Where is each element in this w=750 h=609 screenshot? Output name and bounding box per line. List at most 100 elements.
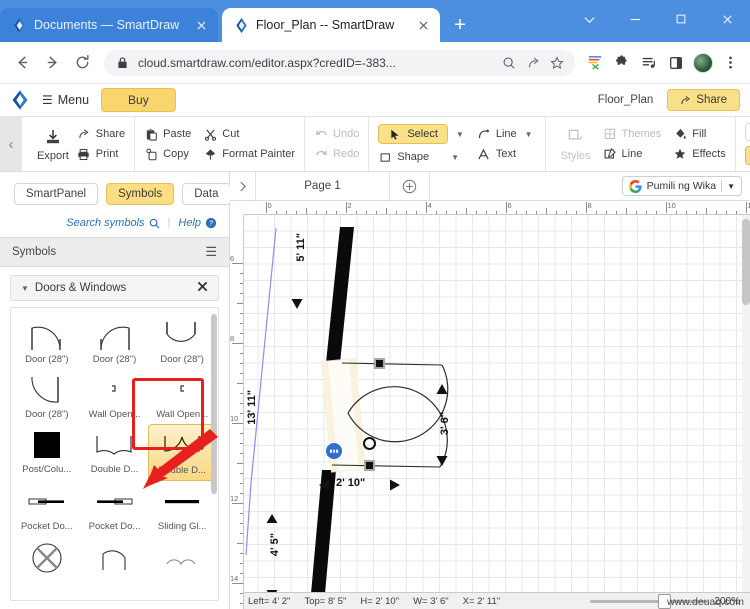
canvas-vertical-scrollbar[interactable] — [742, 215, 750, 592]
themes-button[interactable]: Themes — [603, 127, 661, 141]
help-link[interactable]: Help ? — [178, 217, 217, 229]
minimize-icon[interactable] — [612, 0, 658, 38]
canvas-scrollbar-thumb[interactable] — [742, 219, 750, 305]
select-tool-button[interactable]: Select — [378, 124, 448, 144]
effects-button[interactable]: Effects — [673, 147, 726, 161]
format-painter-label: Format Painter — [222, 148, 296, 160]
search-symbols-link[interactable]: Search symbols — [66, 217, 160, 229]
symbol-item[interactable]: Post/Colu... — [13, 424, 81, 481]
symbol-item[interactable] — [148, 536, 216, 580]
fill-button[interactable]: Fill — [673, 127, 725, 141]
shape-tool-label[interactable]: Shape — [397, 151, 429, 163]
share-icon[interactable] — [525, 55, 541, 71]
rotation-handle[interactable] — [363, 437, 376, 450]
font-family-select[interactable]: Arial — [744, 123, 750, 141]
chrome-menu-icon[interactable] — [718, 51, 742, 75]
symbol-item[interactable] — [13, 536, 81, 580]
tab-data[interactable]: Data — [182, 183, 231, 205]
symbol-item[interactable]: Door (28") — [13, 314, 81, 369]
page-tab-page1[interactable]: Page 1 — [256, 171, 390, 201]
back-arrow-icon[interactable] — [8, 49, 36, 77]
browser-tab-documents[interactable]: Documents — SmartDraw — [0, 8, 218, 42]
sidepanel-icon[interactable] — [664, 51, 688, 75]
symbol-item-double-door-selected[interactable]: Double D... — [148, 424, 216, 481]
chevron-down-icon[interactable]: ▼ — [21, 284, 29, 293]
ruler-minor-tick — [696, 211, 697, 214]
symbol-item[interactable]: Wall Open... — [81, 369, 149, 424]
app-menu-button[interactable]: ☰ Menu — [42, 93, 89, 107]
selection-handle-top[interactable] — [374, 358, 385, 369]
snap-lock-badge-icon[interactable] — [326, 443, 342, 459]
maximize-icon[interactable] — [658, 0, 704, 38]
symbol-item[interactable]: Sliding Gl... — [148, 481, 216, 536]
ruler-minor-tick — [706, 208, 707, 214]
address-bar[interactable]: cloud.smartdraw.com/editor.aspx?credID=-… — [104, 49, 575, 76]
ruler-minor-tick — [296, 211, 297, 214]
floorplan-canvas[interactable]: 5' 11" 13' 11" 3' 6" 2' 10" 4' 5" Left= … — [244, 215, 750, 609]
styles-icon — [566, 127, 586, 147]
line-tool-label[interactable]: Line — [496, 128, 517, 140]
symbol-item[interactable]: Pocket Do... — [13, 481, 81, 536]
double-door-symbol[interactable] — [244, 215, 744, 609]
tab-symbols[interactable]: Symbols — [106, 183, 175, 205]
symbol-item[interactable]: Door (28") — [148, 314, 216, 369]
close-icon[interactable] — [704, 0, 750, 38]
export-button[interactable]: Export — [31, 127, 75, 162]
tab-smartpanel[interactable]: SmartPanel — [14, 183, 99, 205]
buy-button[interactable]: Buy — [101, 88, 176, 112]
category-close-icon[interactable] — [197, 281, 208, 295]
share-button-label: Share — [696, 94, 727, 106]
symbol-item[interactable]: Double D... — [81, 424, 149, 481]
text-tool-label[interactable]: Text — [496, 148, 516, 160]
browser-toolbar: cloud.smartdraw.com/editor.aspx?credID=-… — [0, 42, 750, 84]
ribbon-scroll-left-button[interactable]: ‹ — [0, 117, 22, 171]
playlist-icon[interactable] — [637, 51, 661, 75]
line-dropdown-caret-icon[interactable]: ▼ — [522, 130, 536, 139]
symbol-label: Door (28") — [25, 354, 69, 365]
reload-icon[interactable] — [68, 49, 96, 77]
forward-arrow-icon[interactable] — [38, 49, 66, 77]
browser-tab-floorplan[interactable]: Floor_Plan -- SmartDraw — [222, 8, 440, 42]
symbols-scrollbar[interactable] — [211, 314, 217, 494]
styles-button[interactable]: Styles — [555, 127, 597, 162]
category-doors-and-windows[interactable]: ▼ Doors & Windows — [10, 275, 219, 301]
symbols-menu-hamburger-icon[interactable]: ☰ — [205, 244, 217, 260]
line-style-button[interactable]: Line — [603, 147, 662, 161]
symbol-item[interactable]: Door (28") — [13, 369, 81, 424]
add-page-button[interactable] — [390, 171, 430, 201]
select-dropdown-caret-icon[interactable]: ▼ — [453, 130, 467, 139]
cut-button[interactable]: Cut — [203, 127, 295, 141]
language-selector[interactable]: Pumili ng Wika ▼ — [621, 176, 742, 196]
format-painter-button[interactable]: Format Painter — [203, 147, 295, 161]
tab-close-icon[interactable] — [192, 16, 210, 34]
star-icon[interactable] — [549, 55, 565, 71]
language-caret-icon[interactable]: ▼ — [727, 182, 735, 191]
profile-avatar[interactable] — [691, 51, 715, 75]
new-tab-button[interactable]: + — [446, 11, 474, 39]
symbol-item[interactable]: Pocket Do... — [81, 481, 149, 536]
paste-button[interactable]: Paste — [144, 127, 191, 141]
ruler-minor-tick — [276, 211, 277, 214]
bold-button[interactable]: B — [744, 146, 750, 165]
redo-button[interactable]: Redo — [314, 147, 359, 161]
tab-search-chevron-icon[interactable] — [566, 0, 612, 38]
reading-list-icon[interactable] — [583, 51, 607, 75]
copy-button[interactable]: Copy — [144, 147, 191, 161]
symbol-item[interactable]: Door (28") — [81, 314, 149, 369]
symbol-item[interactable]: Wall Open... — [148, 369, 216, 424]
shape-dropdown-caret-icon[interactable]: ▼ — [448, 153, 462, 162]
ribbon-share-button[interactable]: Share — [77, 127, 125, 141]
print-button[interactable]: Print — [77, 147, 125, 161]
dimension-arrow-down-icon — [436, 456, 448, 466]
page-zoom-icon[interactable] — [501, 55, 517, 71]
share-button[interactable]: Share — [667, 89, 740, 111]
ruler-minor-tick — [306, 208, 307, 214]
extensions-puzzle-icon[interactable] — [610, 51, 634, 75]
ruler-minor-tick — [240, 523, 243, 524]
ruler-minor-tick — [240, 433, 243, 434]
symbol-item[interactable] — [81, 536, 149, 580]
tab-close-icon[interactable] — [414, 16, 432, 34]
undo-button[interactable]: Undo — [314, 127, 359, 141]
selection-handle-bottom[interactable] — [364, 460, 375, 471]
page-collapse-button[interactable] — [230, 171, 256, 201]
